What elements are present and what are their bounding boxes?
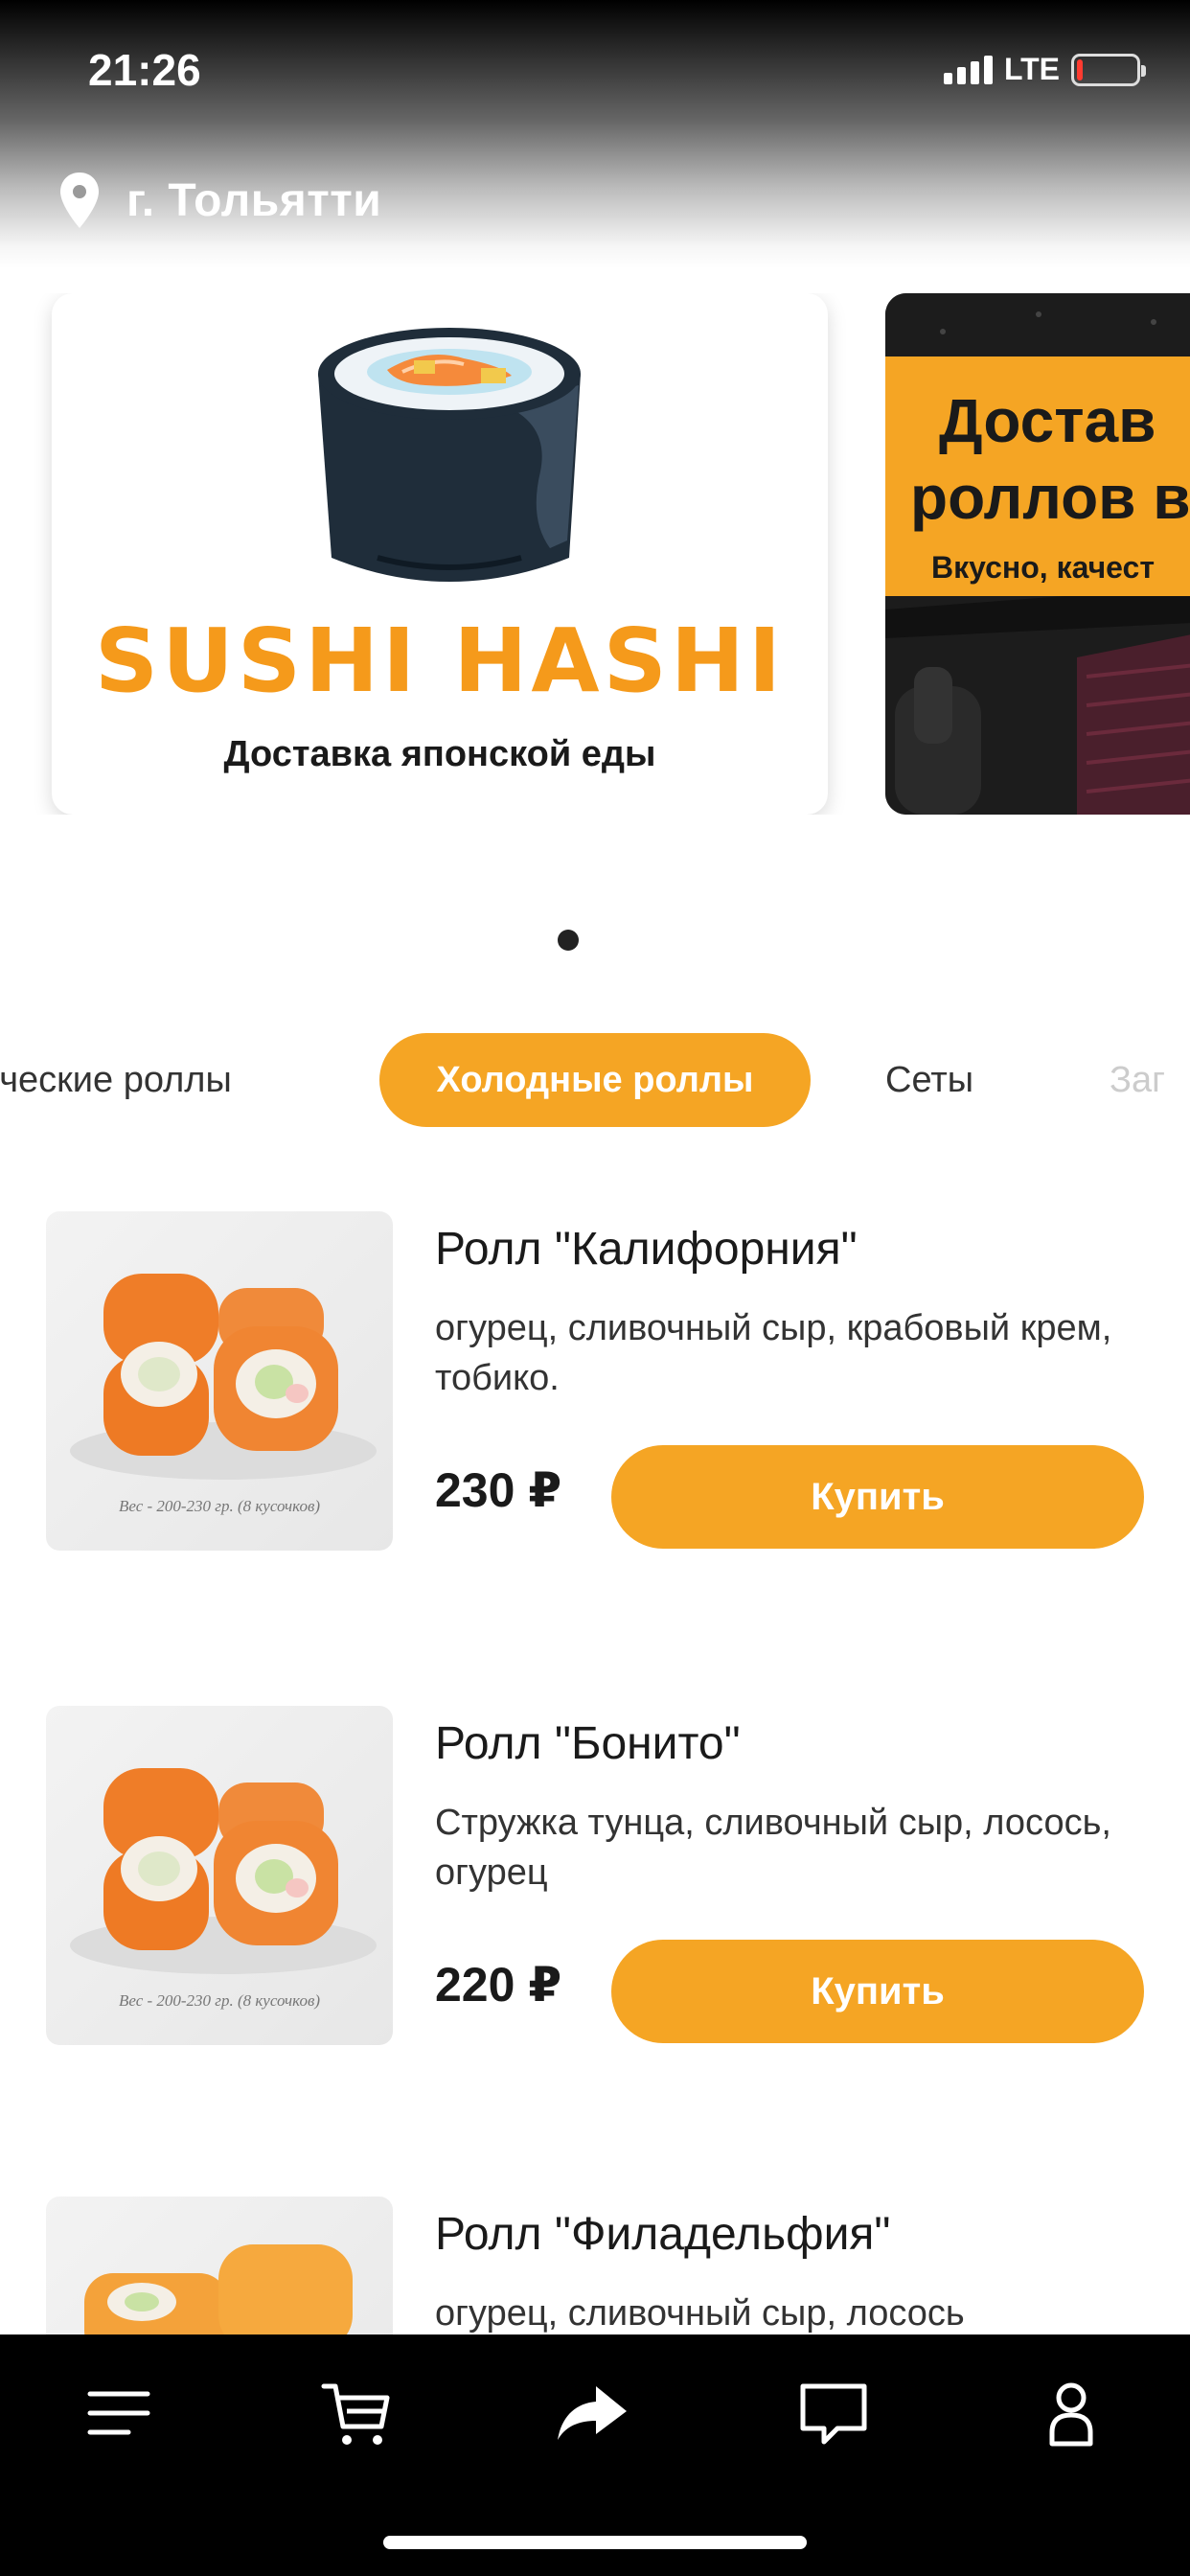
- product-card: Вес - 200-230 гр. (8 кусочков) Ролл "Кал…: [0, 1211, 1190, 1556]
- location-selector[interactable]: г. Тольятти: [57, 171, 381, 230]
- product-image[interactable]: Вес - 200-230 гр. (8 кусочков): [46, 1706, 393, 2045]
- location-pin-icon: [60, 172, 99, 228]
- chat-icon[interactable]: [795, 2375, 872, 2451]
- category-tabs: ические роллы Холодные роллы Сеты Заг: [0, 1033, 1190, 1127]
- city-name: г. Тольятти: [126, 174, 382, 226]
- product-name: Ролл "Филадельфия": [435, 2209, 891, 2260]
- product-price: 220 ₽: [435, 1958, 562, 2012]
- tab-cold-rolls[interactable]: Холодные роллы: [379, 1033, 811, 1127]
- image-caption: Вес - 200-230 гр. (8 кусочков): [118, 1991, 320, 2010]
- carousel-pager-dot[interactable]: [558, 930, 579, 951]
- product-image[interactable]: Вес - 200-230 гр. (8 кусочков): [46, 1211, 393, 1551]
- signal-icon: [943, 55, 993, 84]
- tab-sets[interactable]: Сеты: [885, 1033, 973, 1127]
- home-indicator[interactable]: [383, 2536, 807, 2549]
- promo-title-line2: роллов в: [910, 463, 1190, 532]
- tab-category-4[interactable]: Заг: [1110, 1033, 1165, 1127]
- brand-subtitle: Доставка японской еды: [223, 734, 656, 774]
- share-icon[interactable]: [554, 2375, 630, 2451]
- cart-icon[interactable]: [318, 2375, 395, 2451]
- status-time: 21:26: [88, 45, 201, 95]
- battery-icon: [1071, 53, 1146, 86]
- image-caption: Вес - 200-230 гр. (8 кусочков): [118, 1497, 320, 1515]
- product-description: огурец, сливочный сыр, крабовый крем, то…: [435, 1308, 1112, 1398]
- promo-title-line1: Достав: [939, 386, 1156, 455]
- status-indicators: LTE: [943, 52, 1146, 87]
- product-description: огурец, сливочный сыр, лосось: [435, 2293, 965, 2334]
- profile-icon[interactable]: [1033, 2375, 1110, 2451]
- network-type: LTE: [1003, 52, 1060, 86]
- product-description: Стружка тунца, сливочный сыр, лосось, ог…: [435, 1803, 1111, 1893]
- sushi-roll-logo: [318, 328, 581, 582]
- buy-button[interactable]: Купить: [611, 1940, 1144, 2043]
- battery-level: [1077, 58, 1083, 80]
- promo-subtitle: Вкусно, качест: [931, 550, 1156, 585]
- banner-promo[interactable]: Достав роллов в Вкусно, качест: [885, 293, 1190, 815]
- top-header: 21:26 LTE г. Тольятти: [0, 0, 1190, 268]
- product-price: 230 ₽: [435, 1463, 562, 1517]
- brand-name: SUSHI HASHI: [94, 610, 786, 712]
- banner-brand[interactable]: SUSHI HASHI Доставка японской еды: [52, 293, 828, 815]
- product-card: Вес - 200-230 гр. (8 кусочков) Ролл "Бон…: [0, 1706, 1190, 2051]
- product-name: Ролл "Бонито": [435, 1718, 741, 1769]
- product-name: Ролл "Калифорния": [435, 1224, 858, 1275]
- banner-carousel[interactable]: SUSHI HASHI Доставка японской еды Достав…: [0, 293, 1190, 815]
- buy-button[interactable]: Купить: [611, 1445, 1144, 1549]
- tab-category-1[interactable]: ические роллы: [0, 1033, 232, 1127]
- menu-icon[interactable]: [80, 2375, 157, 2451]
